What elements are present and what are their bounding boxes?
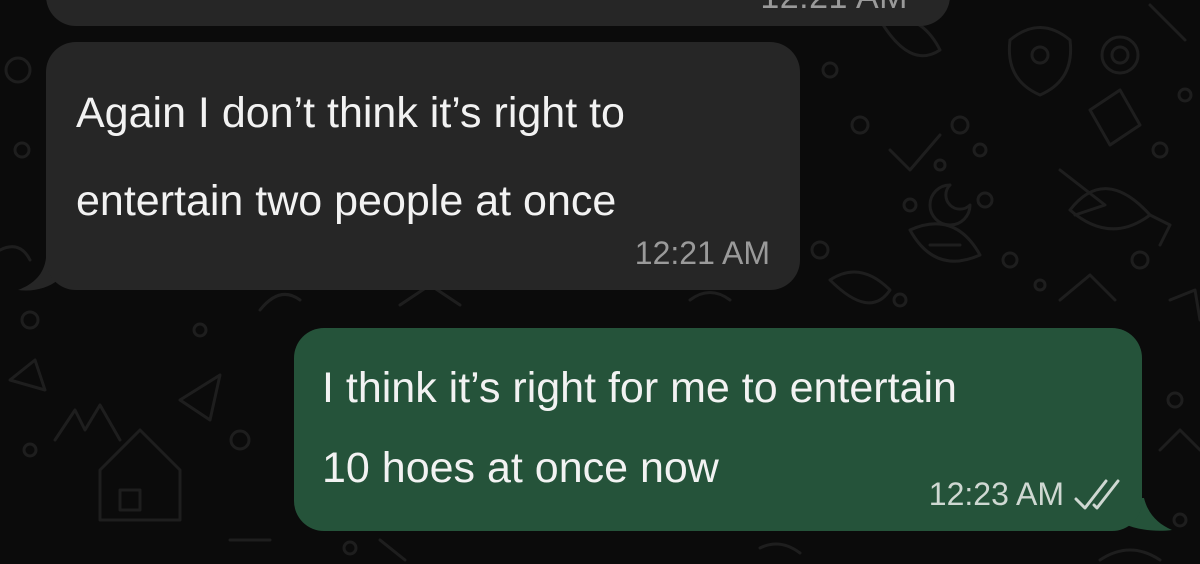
message-line: I think it’s right for me to entertain xyxy=(322,364,957,412)
previous-message-bubble[interactable]: 12:21 AM xyxy=(46,0,950,26)
message-timestamp: 12:23 AM xyxy=(928,476,1064,512)
double-check-read-icon xyxy=(1074,479,1120,509)
message-text: Again I don’t think it’s right to entert… xyxy=(76,69,776,245)
incoming-message-bubble[interactable]: Again I don’t think it’s right to entert… xyxy=(46,42,800,290)
outgoing-message-bubble[interactable]: I think it’s right for me to entertain 1… xyxy=(294,328,1142,531)
message-timestamp: 12:21 AM xyxy=(760,0,908,17)
message-line: Again I don’t think it’s right to xyxy=(76,89,625,137)
message-line: entertain two people at once xyxy=(76,177,617,225)
message-meta: 12:23 AM xyxy=(929,476,1128,513)
message-timestamp: 12:21 AM xyxy=(634,235,770,271)
